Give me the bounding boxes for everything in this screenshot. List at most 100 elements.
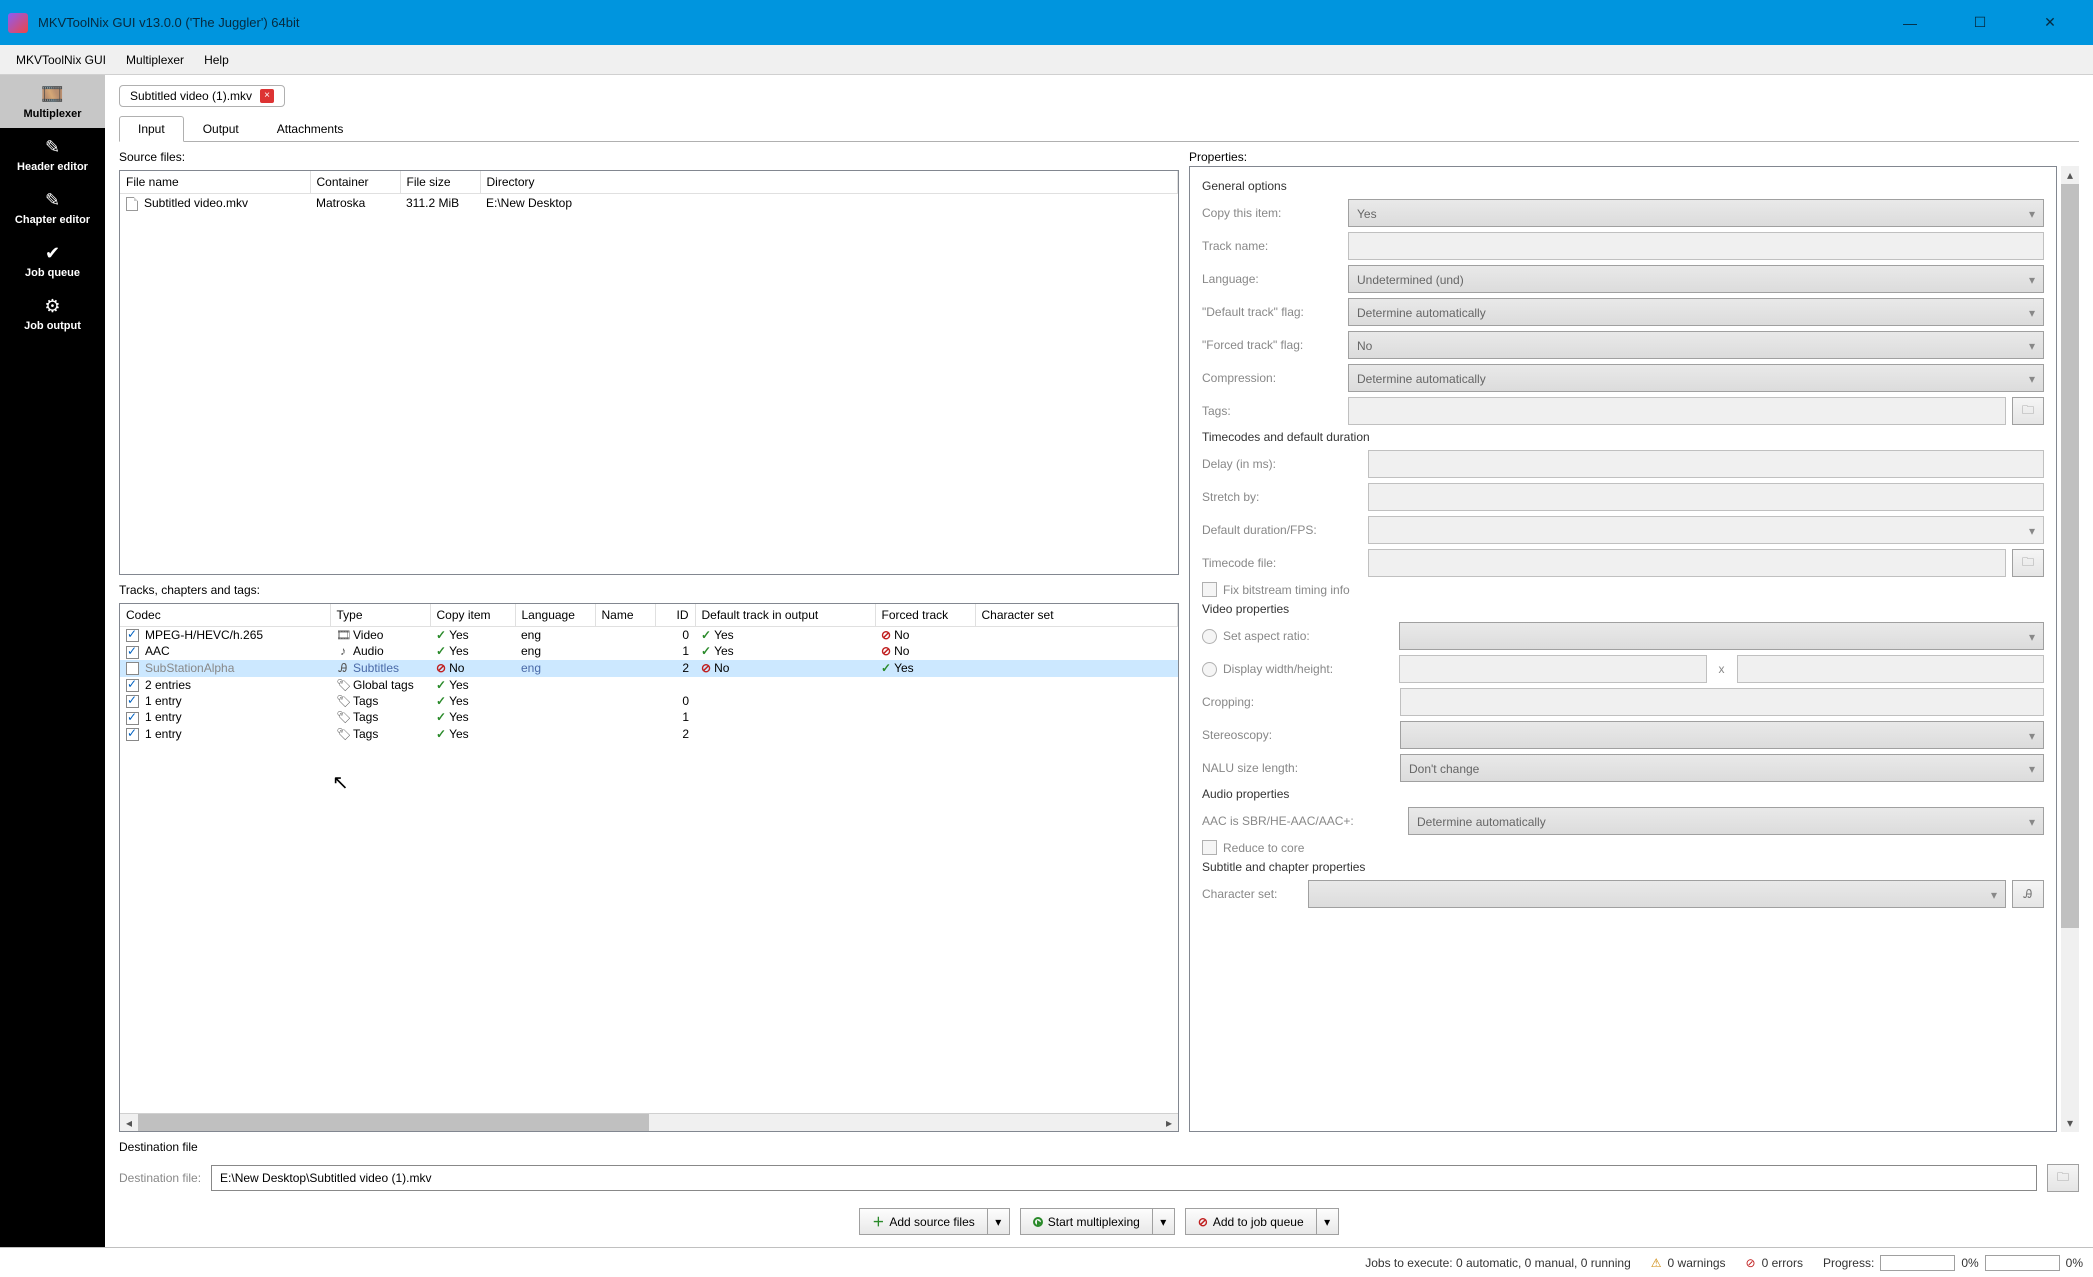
start-multiplexing-button[interactable]: Start multiplexing: [1020, 1208, 1153, 1235]
scroll-up-icon[interactable]: ▴: [2061, 166, 2079, 184]
sidebar-item-header-editor[interactable]: ✎ Header editor: [0, 128, 105, 181]
charset-select[interactable]: ▾: [1308, 880, 2006, 908]
scroll-left-icon[interactable]: ◂: [120, 1114, 138, 1131]
add-to-job-queue-button[interactable]: ⊘Add to job queue: [1185, 1208, 1317, 1235]
aspect-ratio-radio[interactable]: [1202, 629, 1217, 644]
cropping-input[interactable]: [1400, 688, 2044, 716]
track-checkbox[interactable]: [126, 728, 139, 741]
status-errors: 0 errors: [1762, 1256, 1803, 1270]
play-icon: [1033, 1217, 1043, 1227]
language-select[interactable]: Undetermined (und)▾: [1348, 265, 2044, 293]
sidebar-item-job-output[interactable]: ⚙ Job output: [0, 287, 105, 340]
reduce-core-checkbox[interactable]: [1202, 840, 1217, 855]
destination-label: Destination file:: [119, 1171, 201, 1185]
check-icon: ✓: [436, 628, 446, 642]
track-row[interactable]: 1 entry🏷Tags✓Yes1: [120, 709, 1178, 725]
track-row[interactable]: SubStationAlphaᎯSubtitles⊘Noeng2⊘No✓Yes: [120, 660, 1178, 677]
tags-input[interactable]: [1348, 397, 2006, 425]
col-id[interactable]: ID: [655, 604, 695, 627]
scroll-thumb[interactable]: [138, 1114, 649, 1131]
track-row[interactable]: 1 entry🏷Tags✓Yes0: [120, 693, 1178, 709]
destination-browse-button[interactable]: 🗀: [2047, 1164, 2079, 1192]
stereoscopy-select[interactable]: ▾: [1400, 721, 2044, 749]
col-filesize[interactable]: File size: [400, 171, 480, 194]
close-button[interactable]: ✕: [2015, 0, 2085, 45]
add-source-files-button[interactable]: ＋Add source files: [859, 1208, 987, 1235]
horizontal-scrollbar[interactable]: ◂ ▸: [120, 1113, 1178, 1131]
track-name-input[interactable]: [1348, 232, 2044, 260]
maximize-button[interactable]: ☐: [1945, 0, 2015, 45]
col-forced[interactable]: Forced track: [875, 604, 975, 627]
col-language[interactable]: Language: [515, 604, 595, 627]
menu-help[interactable]: Help: [194, 49, 239, 71]
scroll-down-icon[interactable]: ▾: [2061, 1114, 2079, 1132]
add-source-files-dropdown[interactable]: ▾: [988, 1208, 1010, 1235]
col-filename[interactable]: File name: [120, 171, 310, 194]
col-copy[interactable]: Copy item: [430, 604, 515, 627]
no-icon: ⊘: [881, 628, 891, 642]
type-icon: 🏷: [336, 694, 350, 708]
col-name[interactable]: Name: [595, 604, 655, 627]
track-row[interactable]: MPEG-H/HEVC/h.265🎞Video✓Yeseng0✓Yes⊘No: [120, 627, 1178, 644]
charset-preview-button[interactable]: Ꭿ: [2012, 880, 2044, 908]
scroll-right-icon[interactable]: ▸: [1160, 1114, 1178, 1131]
minimize-button[interactable]: —: [1875, 0, 1945, 45]
fix-bitstream-checkbox[interactable]: [1202, 582, 1217, 597]
col-charset[interactable]: Character set: [975, 604, 1178, 627]
tab-input[interactable]: Input: [119, 116, 184, 142]
nalu-select[interactable]: Don't change▾: [1400, 754, 2044, 782]
vscroll-thumb[interactable]: [2061, 184, 2079, 928]
type-icon: Ꭿ: [336, 661, 350, 676]
delay-input[interactable]: [1368, 450, 2044, 478]
queue-icon: ⊘: [1198, 1215, 1208, 1229]
display-width-input[interactable]: [1399, 655, 1707, 683]
col-default[interactable]: Default track in output: [695, 604, 875, 627]
vertical-scrollbar[interactable]: ▴ ▾: [2061, 166, 2079, 1132]
track-checkbox[interactable]: [126, 712, 139, 725]
tab-output[interactable]: Output: [184, 116, 258, 142]
destination-input[interactable]: [211, 1165, 2037, 1191]
sidebar-item-job-queue[interactable]: ✔ Job queue: [0, 234, 105, 287]
file-tab[interactable]: Subtitled video (1).mkv ×: [119, 85, 285, 107]
tags-browse-button[interactable]: 🗀: [2012, 397, 2044, 425]
aac-select[interactable]: Determine automatically▾: [1408, 807, 2044, 835]
timecode-browse-button[interactable]: 🗀: [2012, 549, 2044, 577]
menu-mkvtoolnix[interactable]: MKVToolNix GUI: [6, 49, 116, 71]
track-row[interactable]: 1 entry🏷Tags✓Yes2: [120, 726, 1178, 742]
sidebar-item-chapter-editor[interactable]: ✎ Chapter editor: [0, 181, 105, 234]
menu-multiplexer[interactable]: Multiplexer: [116, 49, 194, 71]
no-icon: ⊘: [881, 644, 891, 658]
track-checkbox[interactable]: [126, 695, 139, 708]
col-container[interactable]: Container: [310, 171, 400, 194]
add-to-job-queue-dropdown[interactable]: ▾: [1317, 1208, 1339, 1235]
col-codec[interactable]: Codec: [120, 604, 330, 627]
general-options-title: General options: [1202, 179, 2044, 193]
source-row[interactable]: Subtitled video.mkv Matroska 311.2 MiB E…: [120, 194, 1178, 213]
forced-flag-select[interactable]: No▾: [1348, 331, 2044, 359]
menubar: MKVToolNix GUI Multiplexer Help: [0, 45, 2093, 75]
fps-input[interactable]: ▾: [1368, 516, 2044, 544]
check-icon: ✓: [436, 694, 446, 708]
col-directory[interactable]: Directory: [480, 171, 1178, 194]
display-wh-radio[interactable]: [1202, 662, 1217, 677]
track-row[interactable]: AAC♪Audio✓Yeseng1✓Yes⊘No: [120, 643, 1178, 659]
track-row[interactable]: 2 entries🏷Global tags✓Yes: [120, 677, 1178, 693]
default-flag-select[interactable]: Determine automatically▾: [1348, 298, 2044, 326]
file-tab-close-icon[interactable]: ×: [260, 89, 274, 103]
tab-attachments[interactable]: Attachments: [258, 116, 363, 142]
file-icon: [126, 197, 138, 211]
track-checkbox[interactable]: [126, 629, 139, 642]
sidebar-item-multiplexer[interactable]: 🎞️ Multiplexer: [0, 75, 105, 128]
col-type[interactable]: Type: [330, 604, 430, 627]
stretch-input[interactable]: [1368, 483, 2044, 511]
track-checkbox[interactable]: [126, 646, 139, 659]
track-checkbox[interactable]: [126, 679, 139, 692]
track-checkbox[interactable]: [126, 662, 139, 675]
display-height-input[interactable]: [1737, 655, 2045, 683]
timecode-file-input[interactable]: [1368, 549, 2006, 577]
check-icon: ✓: [881, 661, 891, 675]
copy-item-select[interactable]: Yes▾: [1348, 199, 2044, 227]
start-multiplexing-dropdown[interactable]: ▾: [1153, 1208, 1175, 1235]
compression-select[interactable]: Determine automatically▾: [1348, 364, 2044, 392]
aspect-ratio-select[interactable]: ▾: [1399, 622, 2044, 650]
